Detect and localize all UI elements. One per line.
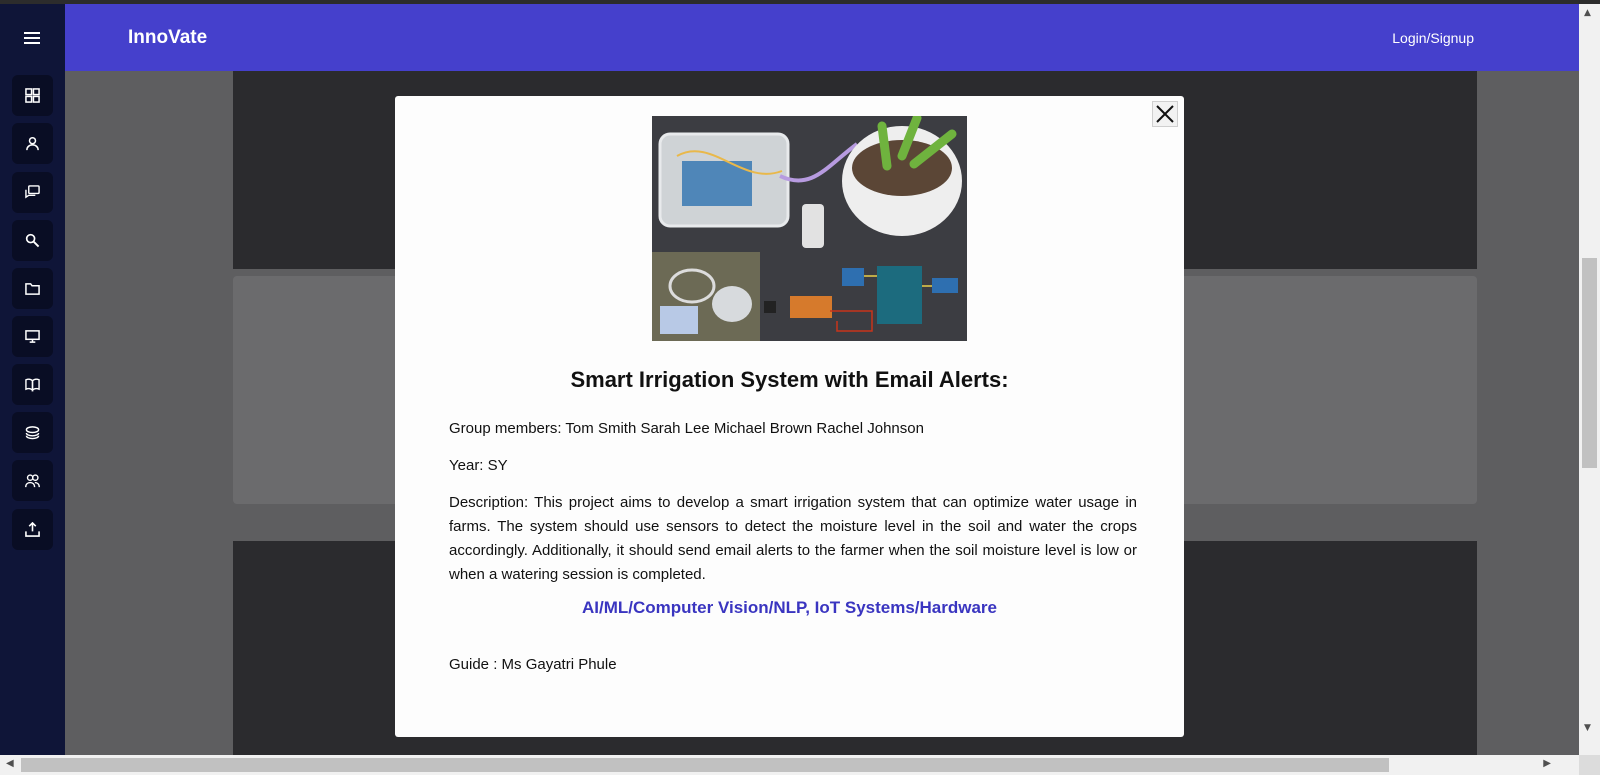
scroll-right-arrow-icon[interactable]: ▶ [1543, 758, 1551, 769]
scroll-left-arrow-icon[interactable]: ◀ [6, 758, 14, 769]
horizontal-scroll-thumb[interactable] [21, 758, 1389, 772]
close-icon [1156, 105, 1174, 123]
project-image [652, 116, 967, 341]
grid-icon [25, 88, 40, 103]
guide-text: Guide : Ms Gayatri Phule [449, 656, 617, 673]
close-modal-button[interactable] [1152, 101, 1178, 127]
book-icon [25, 378, 40, 392]
project-detail-modal: Smart Irrigation System with Email Alert… [395, 96, 1184, 737]
project-description: Description: This project aims to develo… [449, 494, 1137, 583]
background-project-card [1165, 276, 1477, 504]
sidebar-item-projects[interactable] [12, 268, 53, 309]
scroll-up-arrow-icon[interactable]: ▲ [1584, 8, 1591, 18]
sidebar-item-dashboard[interactable] [12, 75, 53, 116]
menu-icon [24, 32, 40, 44]
sidebar-item-profile[interactable] [12, 123, 53, 164]
vertical-scroll-thumb[interactable] [1582, 258, 1597, 468]
project-title: Smart Irrigation System with Email Alert… [570, 367, 1009, 392]
project-photo-illustration [652, 116, 967, 341]
search-icon [25, 233, 40, 248]
top-navbar: InnoVate Login/Signup [65, 4, 1579, 71]
sidebar-item-presentations[interactable] [12, 316, 53, 357]
sidebar-item-resources[interactable] [12, 412, 53, 453]
chat-icon [25, 185, 40, 199]
sidebar-item-upload[interactable] [12, 509, 53, 550]
group-members-text: Group members: Tom Smith Sarah Lee Micha… [449, 420, 924, 437]
upload-icon [25, 522, 40, 537]
brand-logo-text[interactable]: InnoVate [128, 27, 207, 49]
year-text: Year: SY [449, 457, 508, 474]
sidebar-item-chat[interactable] [12, 172, 53, 213]
users-icon [25, 474, 40, 488]
hamburger-menu-button[interactable] [18, 24, 46, 52]
sidebar-item-teams[interactable] [12, 460, 53, 501]
vertical-scrollbar[interactable]: ▲ ▼ [1579, 4, 1600, 755]
project-domains-link[interactable]: AI/ML/Computer Vision/NLP, IoT Systems/H… [395, 598, 1184, 618]
sidebar-item-library[interactable] [12, 364, 53, 405]
scroll-down-arrow-icon[interactable]: ▼ [1584, 723, 1591, 733]
horizontal-scrollbar[interactable]: ◀ ▶ [0, 755, 1579, 775]
monitor-icon [25, 330, 40, 343]
login-signup-link[interactable]: Login/Signup [1392, 30, 1474, 46]
user-icon [26, 136, 39, 151]
sidebar-item-search[interactable] [12, 220, 53, 261]
folder-icon [25, 283, 40, 295]
scrollbar-corner [1579, 755, 1600, 775]
sidebar [0, 4, 65, 755]
layers-icon [25, 426, 40, 440]
